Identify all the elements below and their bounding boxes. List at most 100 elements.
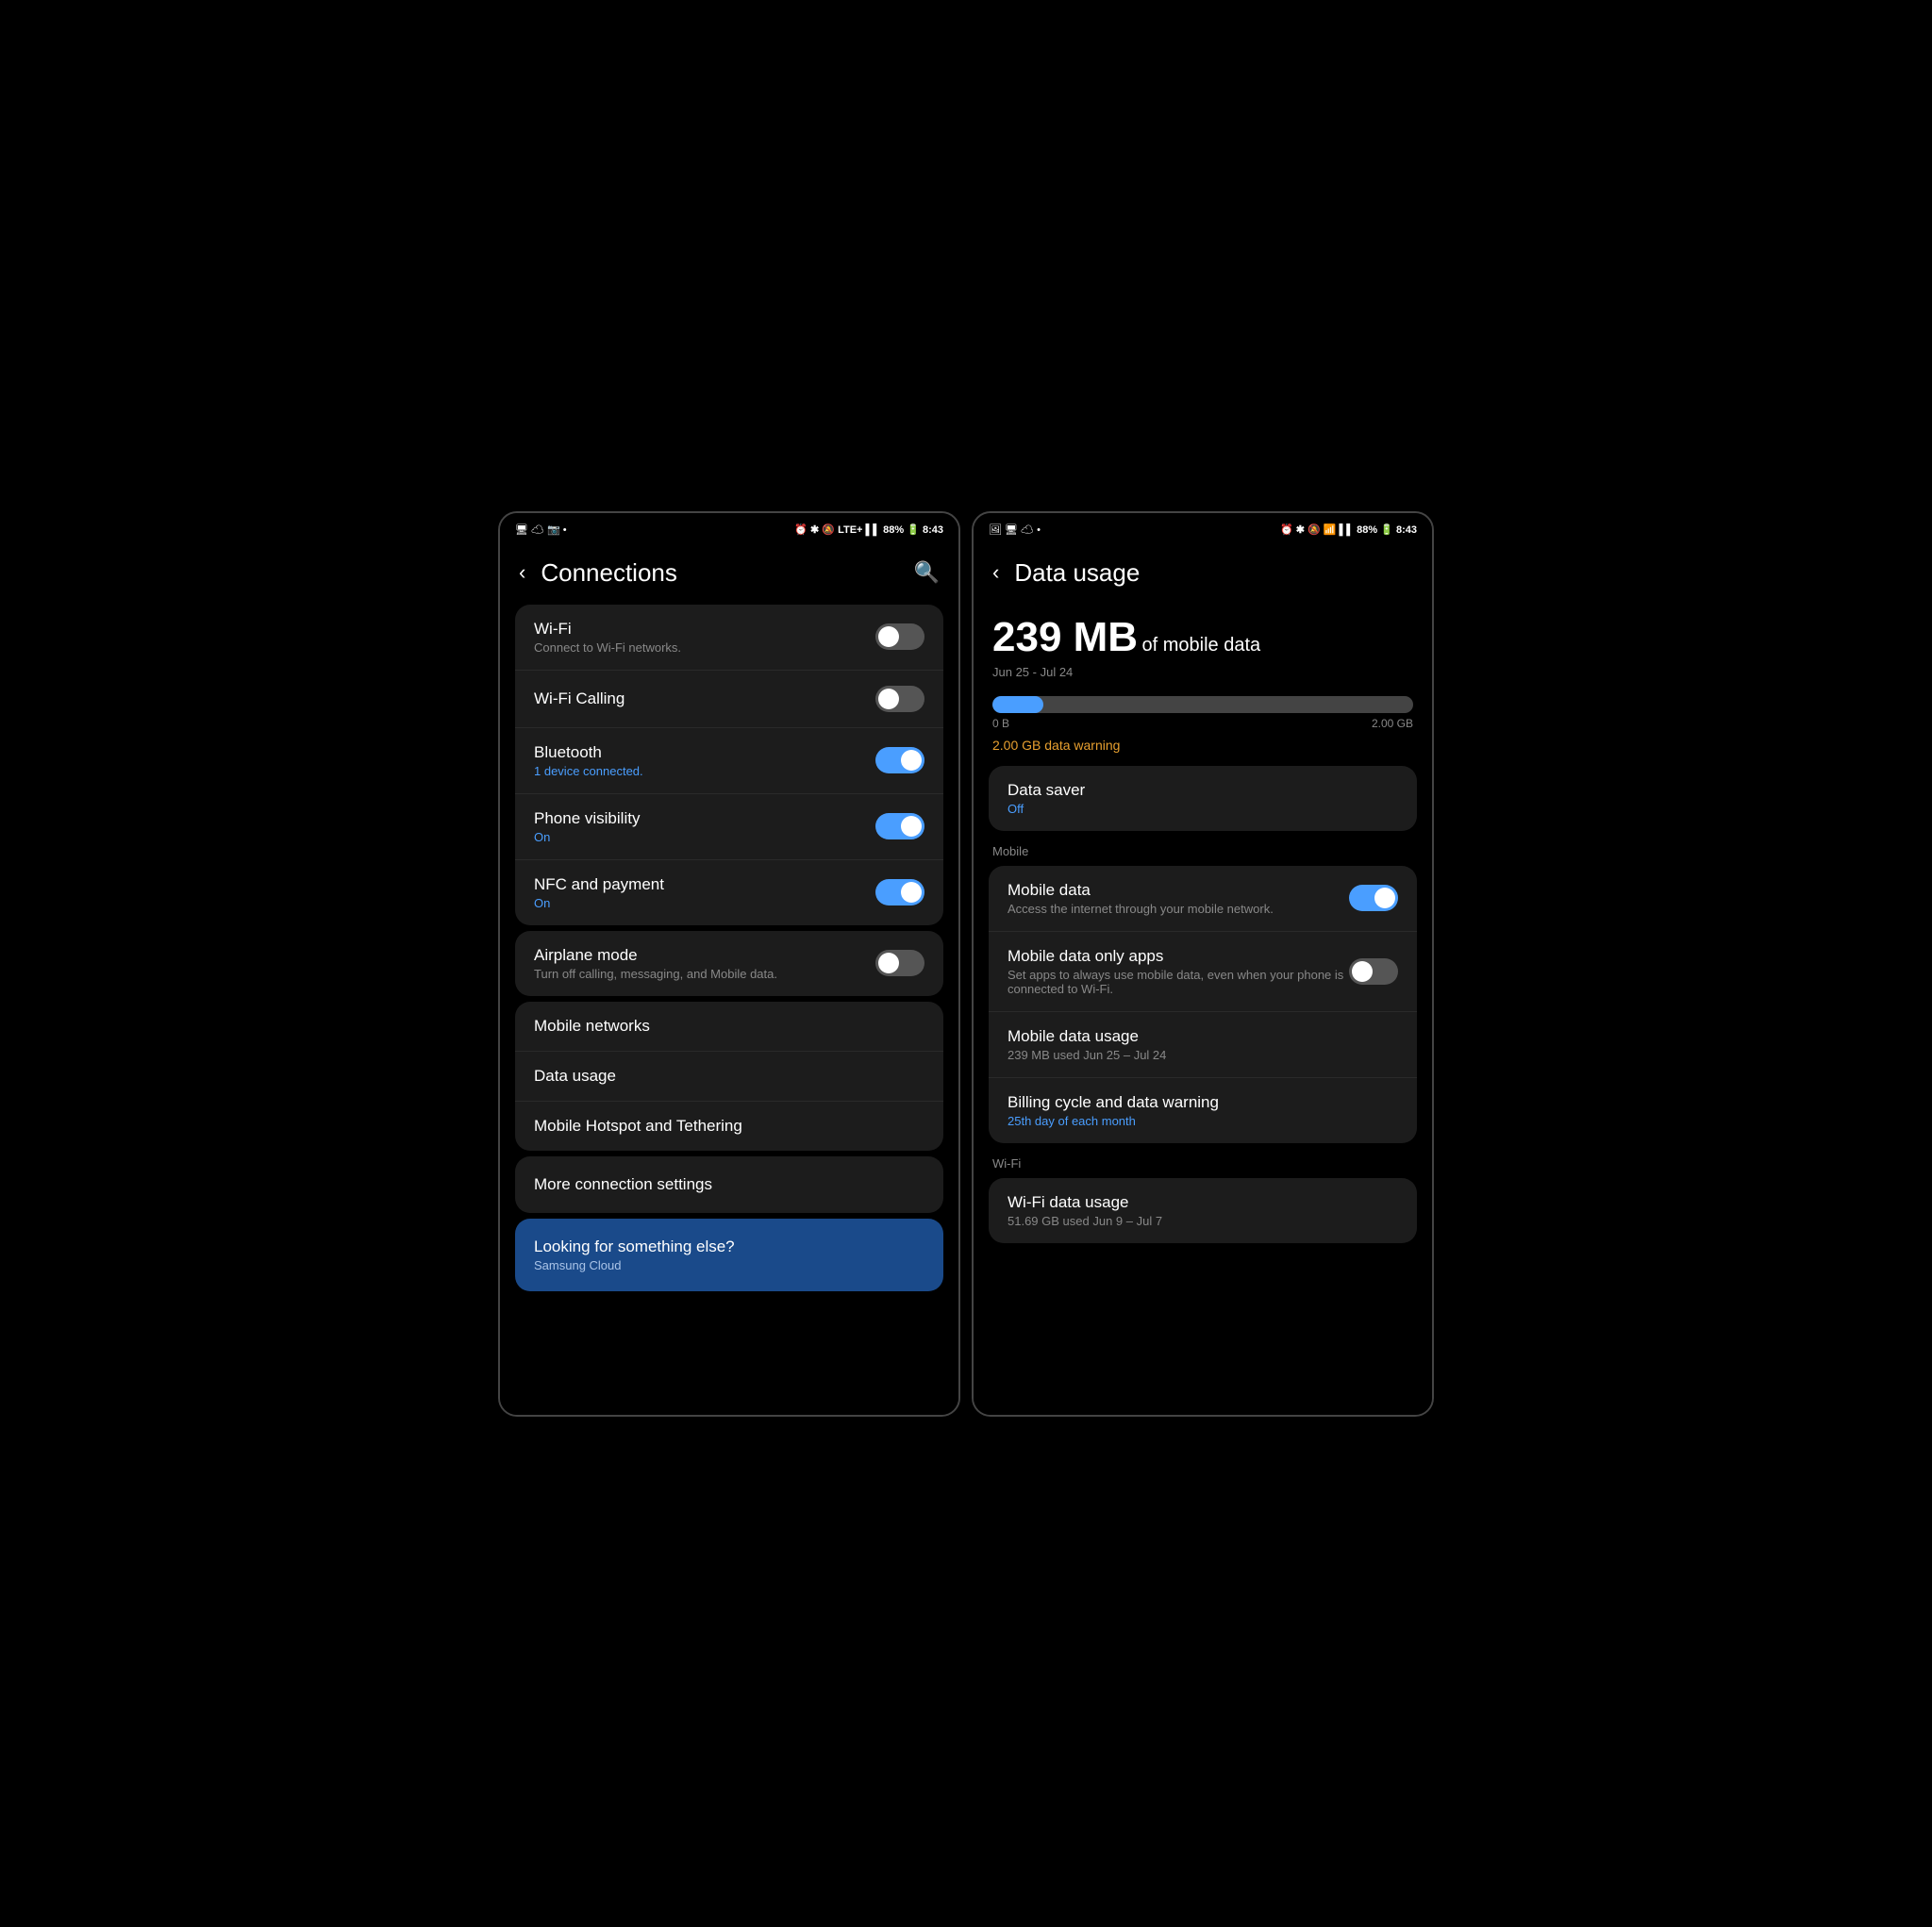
mobile-data-only-toggle-knob	[1352, 961, 1373, 982]
wifi-subtitle: Connect to Wi-Fi networks.	[534, 640, 875, 655]
data-usage-item[interactable]: Data usage	[515, 1052, 943, 1102]
wifi-data-usage-text: Wi-Fi data usage 51.69 GB used Jun 9 – J…	[1008, 1193, 1398, 1228]
nfc-text: NFC and payment On	[534, 875, 875, 910]
right-status-right: ⏰ ✱ 🔕 📶 ▌▌ 88% 🔋 8:43	[1280, 523, 1417, 536]
left-phone-screen: 🖥 ☁ 📷 • ⏰ ✱ 🔕 LTE+ ▌▌ 88% 🔋 8:43 ‹ Conne…	[498, 511, 960, 1417]
mobile-data-item[interactable]: Mobile data Access the internet through …	[989, 866, 1417, 932]
data-range-start: 0 B	[992, 717, 1009, 730]
airplane-toggle[interactable]	[875, 950, 924, 976]
airplane-toggle-knob	[878, 953, 899, 973]
status-time-battery: ⏰ ✱ 🔕 LTE+ ▌▌ 88% 🔋 8:43	[794, 523, 943, 536]
search-button[interactable]: 🔍	[914, 560, 940, 585]
bluetooth-text: Bluetooth 1 device connected.	[534, 743, 875, 778]
nfc-title: NFC and payment	[534, 875, 875, 894]
page-title: Connections	[541, 558, 913, 588]
data-amount-row: 239 MB of mobile data	[992, 614, 1413, 661]
nfc-item[interactable]: NFC and payment On	[515, 860, 943, 925]
data-usage-page-title: Data usage	[1014, 558, 1413, 588]
wifi-toggle-knob	[878, 626, 899, 647]
right-status-time-battery: ⏰ ✱ 🔕 📶 ▌▌ 88% 🔋 8:43	[1280, 523, 1417, 536]
data-progress-bar-bg	[992, 696, 1413, 713]
airplane-group: Airplane mode Turn off calling, messagin…	[515, 931, 943, 996]
data-saver-item[interactable]: Data saver Off	[989, 766, 1417, 831]
mobile-data-only-item[interactable]: Mobile data only apps Set apps to always…	[989, 932, 1417, 1012]
nfc-toggle[interactable]	[875, 879, 924, 905]
airplane-subtitle: Turn off calling, messaging, and Mobile …	[534, 967, 875, 981]
billing-cycle-text: Billing cycle and data warning 25th day …	[1008, 1093, 1398, 1128]
mobile-data-only-toggle[interactable]	[1349, 958, 1398, 985]
connections-header: ‹ Connections 🔍	[500, 543, 958, 599]
wifi-data-usage-title: Wi-Fi data usage	[1008, 1193, 1398, 1212]
wifi-calling-toggle[interactable]	[875, 686, 924, 712]
back-button[interactable]: ‹	[519, 560, 525, 585]
bluetooth-toggle[interactable]	[875, 747, 924, 773]
right-screen-content: ‹ Data usage 239 MB of mobile data Jun 2…	[974, 543, 1432, 1415]
data-period: Jun 25 - Jul 24	[992, 665, 1413, 679]
wifi-data-usage-item[interactable]: Wi-Fi data usage 51.69 GB used Jun 9 – J…	[989, 1178, 1417, 1243]
wifi-calling-text: Wi-Fi Calling	[534, 689, 875, 708]
mobile-data-only-subtitle: Set apps to always use mobile data, even…	[1008, 968, 1349, 996]
looking-banner-title: Looking for something else?	[534, 1238, 924, 1256]
mobile-data-title: Mobile data	[1008, 881, 1349, 900]
status-right-info: ⏰ ✱ 🔕 LTE+ ▌▌ 88% 🔋 8:43	[794, 523, 943, 536]
bluetooth-toggle-knob	[901, 750, 922, 771]
status-left-icons: 🖥 ☁ 📷 •	[515, 523, 567, 536]
mobile-data-toggle-knob	[1374, 888, 1395, 908]
right-status-left: 🖼 🖥 ☁ •	[989, 523, 1041, 536]
mobile-networks-title: Mobile networks	[534, 1017, 924, 1036]
more-connection-settings-card[interactable]: More connection settings	[515, 1156, 943, 1213]
phone-visibility-toggle[interactable]	[875, 813, 924, 839]
mobile-networks-item[interactable]: Mobile networks	[515, 1002, 943, 1052]
mobile-data-subtitle: Access the internet through your mobile …	[1008, 902, 1349, 916]
mobile-data-usage-item[interactable]: Mobile data usage 239 MB used Jun 25 – J…	[989, 1012, 1417, 1078]
right-status-icons-left: 🖼 🖥 ☁ •	[989, 523, 1041, 536]
data-saver-text: Data saver Off	[1008, 781, 1398, 816]
left-status-bar: 🖥 ☁ 📷 • ⏰ ✱ 🔕 LTE+ ▌▌ 88% 🔋 8:43	[500, 513, 958, 543]
mobile-hotspot-title: Mobile Hotspot and Tethering	[534, 1117, 924, 1136]
billing-cycle-item[interactable]: Billing cycle and data warning 25th day …	[989, 1078, 1417, 1143]
data-saver-subtitle: Off	[1008, 802, 1398, 816]
billing-cycle-title: Billing cycle and data warning	[1008, 1093, 1398, 1112]
wifi-calling-item[interactable]: Wi-Fi Calling	[515, 671, 943, 728]
mobile-data-toggle[interactable]	[1349, 885, 1398, 911]
airplane-text: Airplane mode Turn off calling, messagin…	[534, 946, 875, 981]
right-phone-screen: 🖼 🖥 ☁ • ⏰ ✱ 🔕 📶 ▌▌ 88% 🔋 8:43 ‹ Data usa…	[972, 511, 1434, 1417]
billing-cycle-subtitle: 25th day of each month	[1008, 1114, 1398, 1128]
nfc-subtitle: On	[534, 896, 875, 910]
mobile-data-only-text: Mobile data only apps Set apps to always…	[1008, 947, 1349, 996]
wifi-text: Wi-Fi Connect to Wi-Fi networks.	[534, 620, 875, 655]
looking-banner[interactable]: Looking for something else? Samsung Clou…	[515, 1219, 943, 1291]
wifi-toggle[interactable]	[875, 623, 924, 650]
data-usage-back-button[interactable]: ‹	[992, 560, 999, 585]
mobile-hotspot-text: Mobile Hotspot and Tethering	[534, 1117, 924, 1136]
wifi-item[interactable]: Wi-Fi Connect to Wi-Fi networks.	[515, 605, 943, 671]
wifi-items-card: Wi-Fi data usage 51.69 GB used Jun 9 – J…	[989, 1178, 1417, 1243]
data-range-end: 2.00 GB	[1372, 717, 1413, 730]
phone-visibility-text: Phone visibility On	[534, 809, 875, 844]
data-progress-bar-fill	[992, 696, 1043, 713]
bluetooth-item[interactable]: Bluetooth 1 device connected.	[515, 728, 943, 794]
wifi-calling-title: Wi-Fi Calling	[534, 689, 875, 708]
airplane-item[interactable]: Airplane mode Turn off calling, messagin…	[515, 931, 943, 996]
phone-visibility-toggle-knob	[901, 816, 922, 837]
data-saver-title: Data saver	[1008, 781, 1398, 800]
phone-visibility-subtitle: On	[534, 830, 875, 844]
mobile-data-only-title: Mobile data only apps	[1008, 947, 1349, 966]
wifi-title: Wi-Fi	[534, 620, 875, 639]
wifi-section-label: Wi-Fi	[974, 1147, 1432, 1174]
menu-items-group: Mobile networks Data usage Mobile Hotspo…	[515, 1002, 943, 1151]
wifi-calling-toggle-knob	[878, 689, 899, 709]
data-saver-card: Data saver Off	[989, 766, 1417, 831]
data-usage-text: Data usage	[534, 1067, 924, 1086]
looking-banner-subtitle: Samsung Cloud	[534, 1258, 924, 1272]
data-progress-container: 0 B 2.00 GB	[974, 687, 1432, 734]
data-of-label: of mobile data	[1142, 635, 1261, 656]
data-summary-section: 239 MB of mobile data Jun 25 - Jul 24	[974, 599, 1432, 687]
bluetooth-subtitle: 1 device connected.	[534, 764, 875, 778]
more-connection-settings-title: More connection settings	[534, 1175, 924, 1194]
data-usage-title: Data usage	[534, 1067, 924, 1086]
wifi-data-usage-subtitle: 51.69 GB used Jun 9 – Jul 7	[1008, 1214, 1398, 1228]
nfc-toggle-knob	[901, 882, 922, 903]
phone-visibility-item[interactable]: Phone visibility On	[515, 794, 943, 860]
mobile-hotspot-item[interactable]: Mobile Hotspot and Tethering	[515, 1102, 943, 1151]
